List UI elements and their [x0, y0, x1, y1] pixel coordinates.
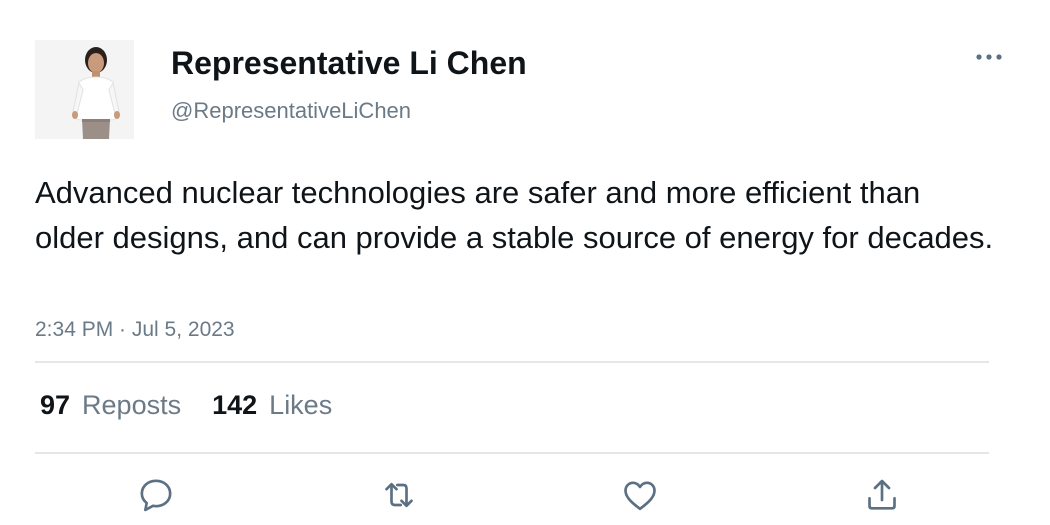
reposts-count: 97: [40, 390, 71, 420]
user-handle[interactable]: @RepresentativeLiChen: [171, 96, 411, 126]
more-options-button[interactable]: [970, 44, 1008, 70]
display-name[interactable]: Representative Li Chen: [171, 42, 527, 84]
share-icon: [868, 479, 896, 510]
reposts-stat[interactable]: 97 Reposts: [40, 387, 181, 423]
profile-photo: [35, 40, 134, 139]
reply-button[interactable]: [135, 474, 177, 516]
likes-label: Likes: [269, 390, 333, 420]
like-icon: [624, 481, 656, 511]
more-icon: [976, 54, 1002, 60]
engagement-stats: 97 Reposts 142 Likes: [40, 387, 332, 423]
repost-button[interactable]: [378, 474, 420, 516]
tweet-text: Advanced nuclear technologies are safer …: [35, 175, 994, 255]
tweet-timestamp[interactable]: 2:34 PM · Jul 5, 2023: [35, 315, 235, 345]
divider: [35, 452, 989, 454]
repost-icon: [385, 482, 413, 508]
likes-stat[interactable]: 142 Likes: [212, 387, 332, 423]
share-button[interactable]: [861, 474, 903, 516]
avatar[interactable]: [35, 40, 134, 139]
reply-icon: [140, 479, 172, 512]
tweet-card: Representative Li Chen @RepresentativeLi…: [0, 0, 1050, 525]
likes-count: 142: [212, 390, 258, 420]
divider: [35, 361, 989, 363]
like-button[interactable]: [619, 474, 661, 516]
reposts-label: Reposts: [82, 390, 182, 420]
